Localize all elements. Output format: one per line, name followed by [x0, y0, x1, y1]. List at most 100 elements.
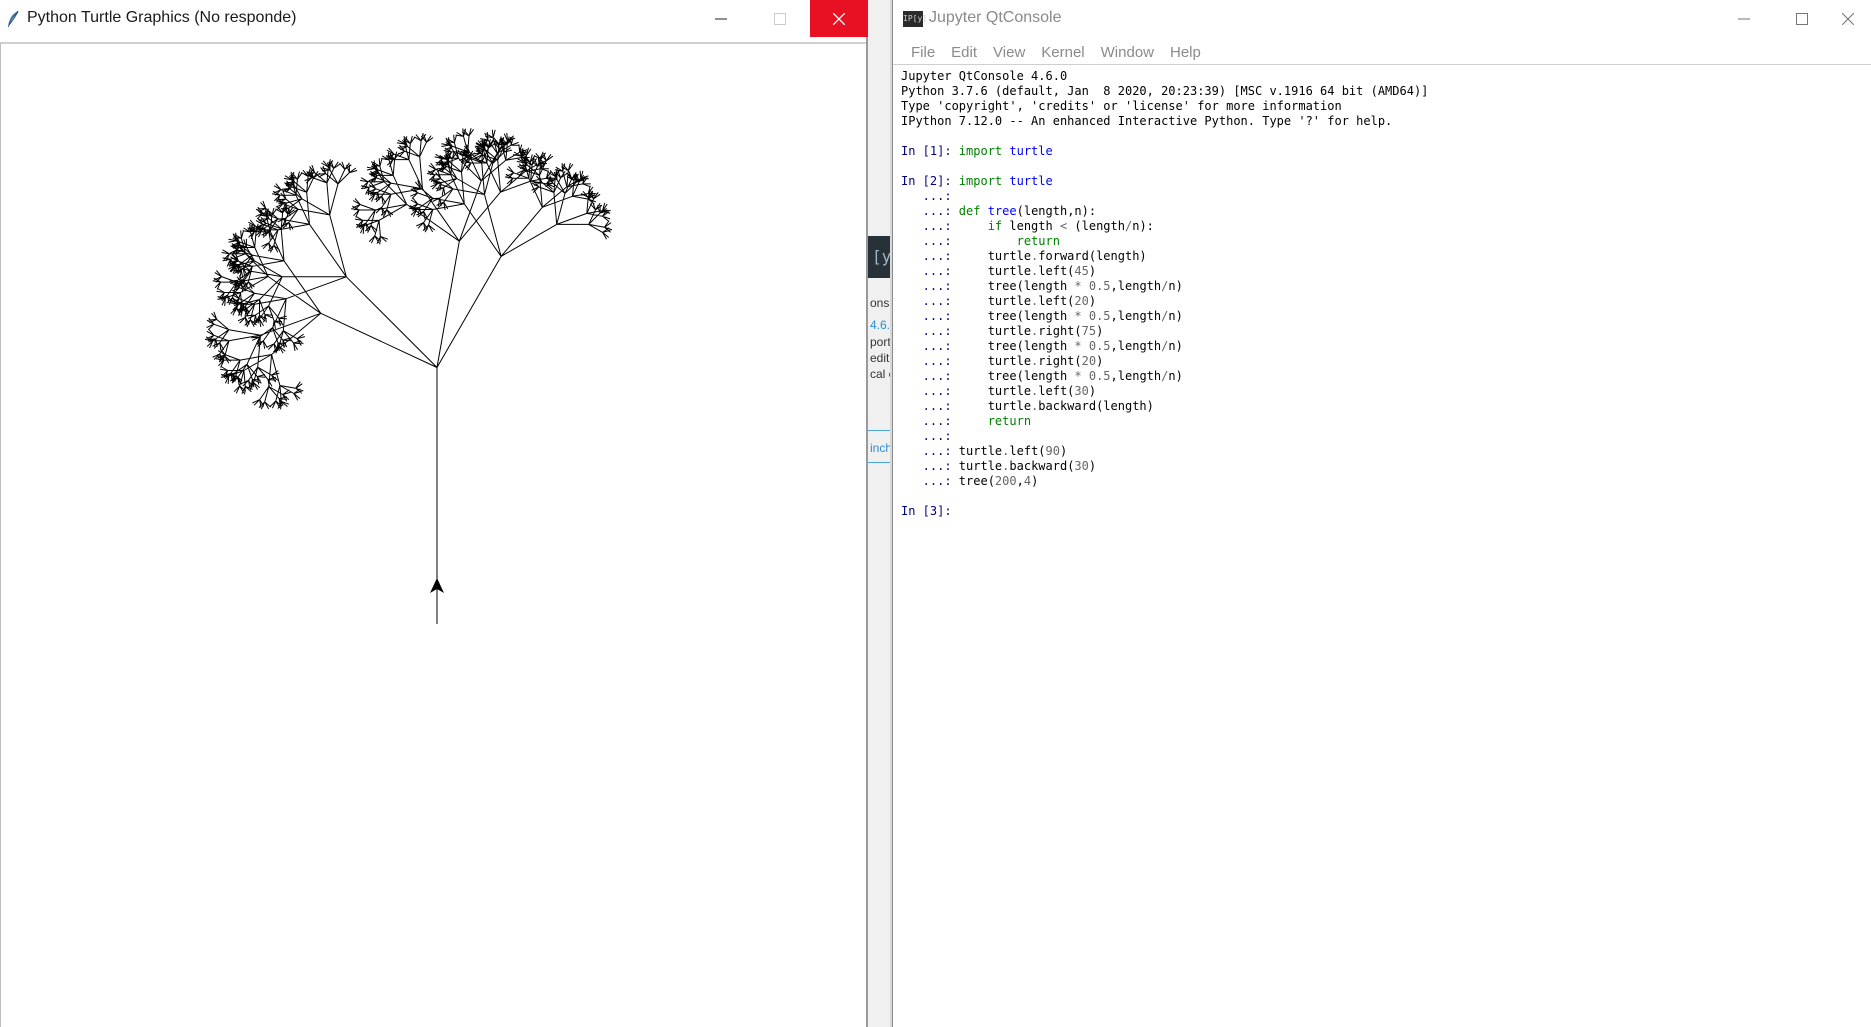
code-continuation-line: ...:	[901, 429, 1863, 444]
code-token: tree(length	[958, 279, 1075, 293]
minimize-icon	[1738, 18, 1750, 19]
close-button[interactable]	[810, 0, 868, 37]
code-token: 4	[1023, 474, 1032, 488]
background-window-edge: [y ons 4.6. port edit cal c inch	[868, 0, 894, 1027]
close-button[interactable]	[1823, 0, 1871, 37]
code-token: )	[1059, 444, 1068, 458]
fractal-tree-drawing	[204, 128, 613, 624]
code-token: (length	[1067, 219, 1125, 233]
jupyter-qtconsole-window: IP[y]: Jupyter QtConsole File Edit View …	[892, 0, 1871, 1027]
code-token: 45	[1074, 264, 1089, 278]
code-continuation-line: ...: turtle.right(75)	[901, 324, 1863, 339]
code-token: 0.5	[1088, 369, 1111, 383]
code-token: turtle	[958, 384, 1032, 398]
console-output-area[interactable]: Jupyter QtConsole 4.6.0 Python 3.7.6 (de…	[893, 65, 1871, 1027]
turtle-titlebar[interactable]: Python Turtle Graphics (No responde)	[0, 0, 868, 38]
code-token: turtle	[958, 459, 1003, 473]
jupyter-titlebar[interactable]: IP[y]: Jupyter QtConsole	[893, 0, 1871, 38]
background-text-fragment: ons	[870, 296, 890, 310]
code-token: n)	[1168, 309, 1183, 323]
code-token: import	[958, 144, 1003, 158]
code-token: return	[1016, 234, 1060, 248]
continuation-prompt: ...:	[901, 414, 959, 428]
banner-line: Type 'copyright', 'credits' or 'license'…	[901, 99, 1342, 113]
menu-view[interactable]: View	[985, 44, 1033, 61]
code-token: 75	[1081, 324, 1097, 338]
code-token: *	[1074, 309, 1082, 323]
code-token: left(	[1038, 264, 1075, 278]
menu-edit[interactable]: Edit	[943, 44, 985, 61]
minimize-button[interactable]	[692, 0, 750, 37]
code-continuation-line: ...: def tree(length,n):	[901, 204, 1863, 219]
continuation-prompt: ...:	[901, 444, 959, 458]
code-continuation-line: ...: turtle.forward(length)	[901, 249, 1863, 264]
code-token: length	[1002, 219, 1060, 233]
code-continuation-line: ...: turtle.left(20)	[901, 294, 1863, 309]
code-continuation-line: ...: turtle.left(30)	[901, 384, 1863, 399]
menu-window[interactable]: Window	[1093, 44, 1162, 61]
banner-line: Python 3.7.6 (default, Jan 8 2020, 20:23…	[901, 84, 1429, 98]
input-prompt-line: In [3]:	[901, 504, 1863, 519]
menu-kernel[interactable]: Kernel	[1033, 44, 1092, 61]
turtle-graphics-window: Python Turtle Graphics (No responde)	[0, 0, 868, 1027]
continuation-prompt: ...:	[901, 354, 959, 368]
input-prompt-line: In [2]: import turtle	[901, 174, 1863, 189]
code-token: 20	[1074, 294, 1089, 308]
code-token: turtle	[1002, 144, 1053, 158]
code-token: *	[1074, 279, 1082, 293]
code-continuation-line: ...: tree(length * 0.5,length/n)	[901, 339, 1863, 354]
ipython-logo-icon: IP[y]:	[903, 11, 932, 27]
input-prompt: In [2]:	[901, 174, 959, 188]
code-token: return	[987, 414, 1032, 428]
code-continuation-line: ...: turtle.right(20)	[901, 354, 1863, 369]
code-token: turtle	[958, 399, 1032, 413]
code-token: 90	[1045, 444, 1060, 458]
input-prompt-line: In [1]: import turtle	[901, 144, 1863, 159]
code-token: 0.5	[1088, 339, 1111, 353]
background-text-fragment: edit	[870, 351, 890, 365]
continuation-prompt: ...:	[901, 234, 959, 248]
continuation-prompt: ...:	[901, 429, 959, 443]
code-token: *	[1074, 369, 1082, 383]
code-token: 0.5	[1088, 279, 1111, 293]
code-token: n)	[1168, 339, 1183, 353]
code-token: n)	[1168, 369, 1183, 383]
code-token: tree(length	[958, 369, 1075, 383]
menu-file[interactable]: File	[903, 44, 943, 61]
minimize-icon	[715, 18, 727, 19]
code-token: right(	[1038, 354, 1082, 368]
turtle-canvas-area[interactable]	[0, 42, 866, 1027]
code-continuation-line: ...: tree(length * 0.5,length/n)	[901, 309, 1863, 324]
code-continuation-line: ...: turtle.left(90)	[901, 444, 1863, 459]
continuation-prompt: ...:	[901, 309, 959, 323]
background-text-fragment: port	[870, 335, 891, 349]
code-token: tree	[987, 204, 1017, 218]
code-token: tree(	[958, 474, 995, 488]
continuation-prompt: ...:	[901, 294, 959, 308]
code-token: n):	[1132, 219, 1154, 233]
code-token: n)	[1168, 279, 1183, 293]
continuation-prompt: ...:	[901, 369, 959, 383]
continuation-prompt: ...:	[901, 384, 959, 398]
code-continuation-line: ...: turtle.backward(length)	[901, 399, 1863, 414]
code-token: )	[1031, 474, 1039, 488]
continuation-prompt: ...:	[901, 399, 959, 413]
code-token: tree(length	[958, 309, 1075, 323]
input-prompt: In [3]:	[901, 504, 959, 518]
code-token: 30	[1074, 384, 1089, 398]
continuation-prompt: ...:	[901, 264, 959, 278]
continuation-prompt: ...:	[901, 324, 959, 338]
code-continuation-line: ...: tree(length * 0.5,length/n)	[901, 279, 1863, 294]
menu-help[interactable]: Help	[1162, 44, 1209, 61]
continuation-prompt: ...:	[901, 339, 959, 353]
code-token: ,length	[1110, 279, 1162, 293]
code-token: backward(length)	[1038, 399, 1154, 413]
close-icon	[1841, 12, 1854, 25]
continuation-prompt: ...:	[901, 474, 959, 488]
menu-bar: File Edit View Kernel Window Help	[893, 40, 1871, 65]
minimize-button[interactable]	[1715, 0, 1773, 37]
code-continuation-line: ...:	[901, 189, 1863, 204]
maximize-button	[751, 0, 809, 37]
